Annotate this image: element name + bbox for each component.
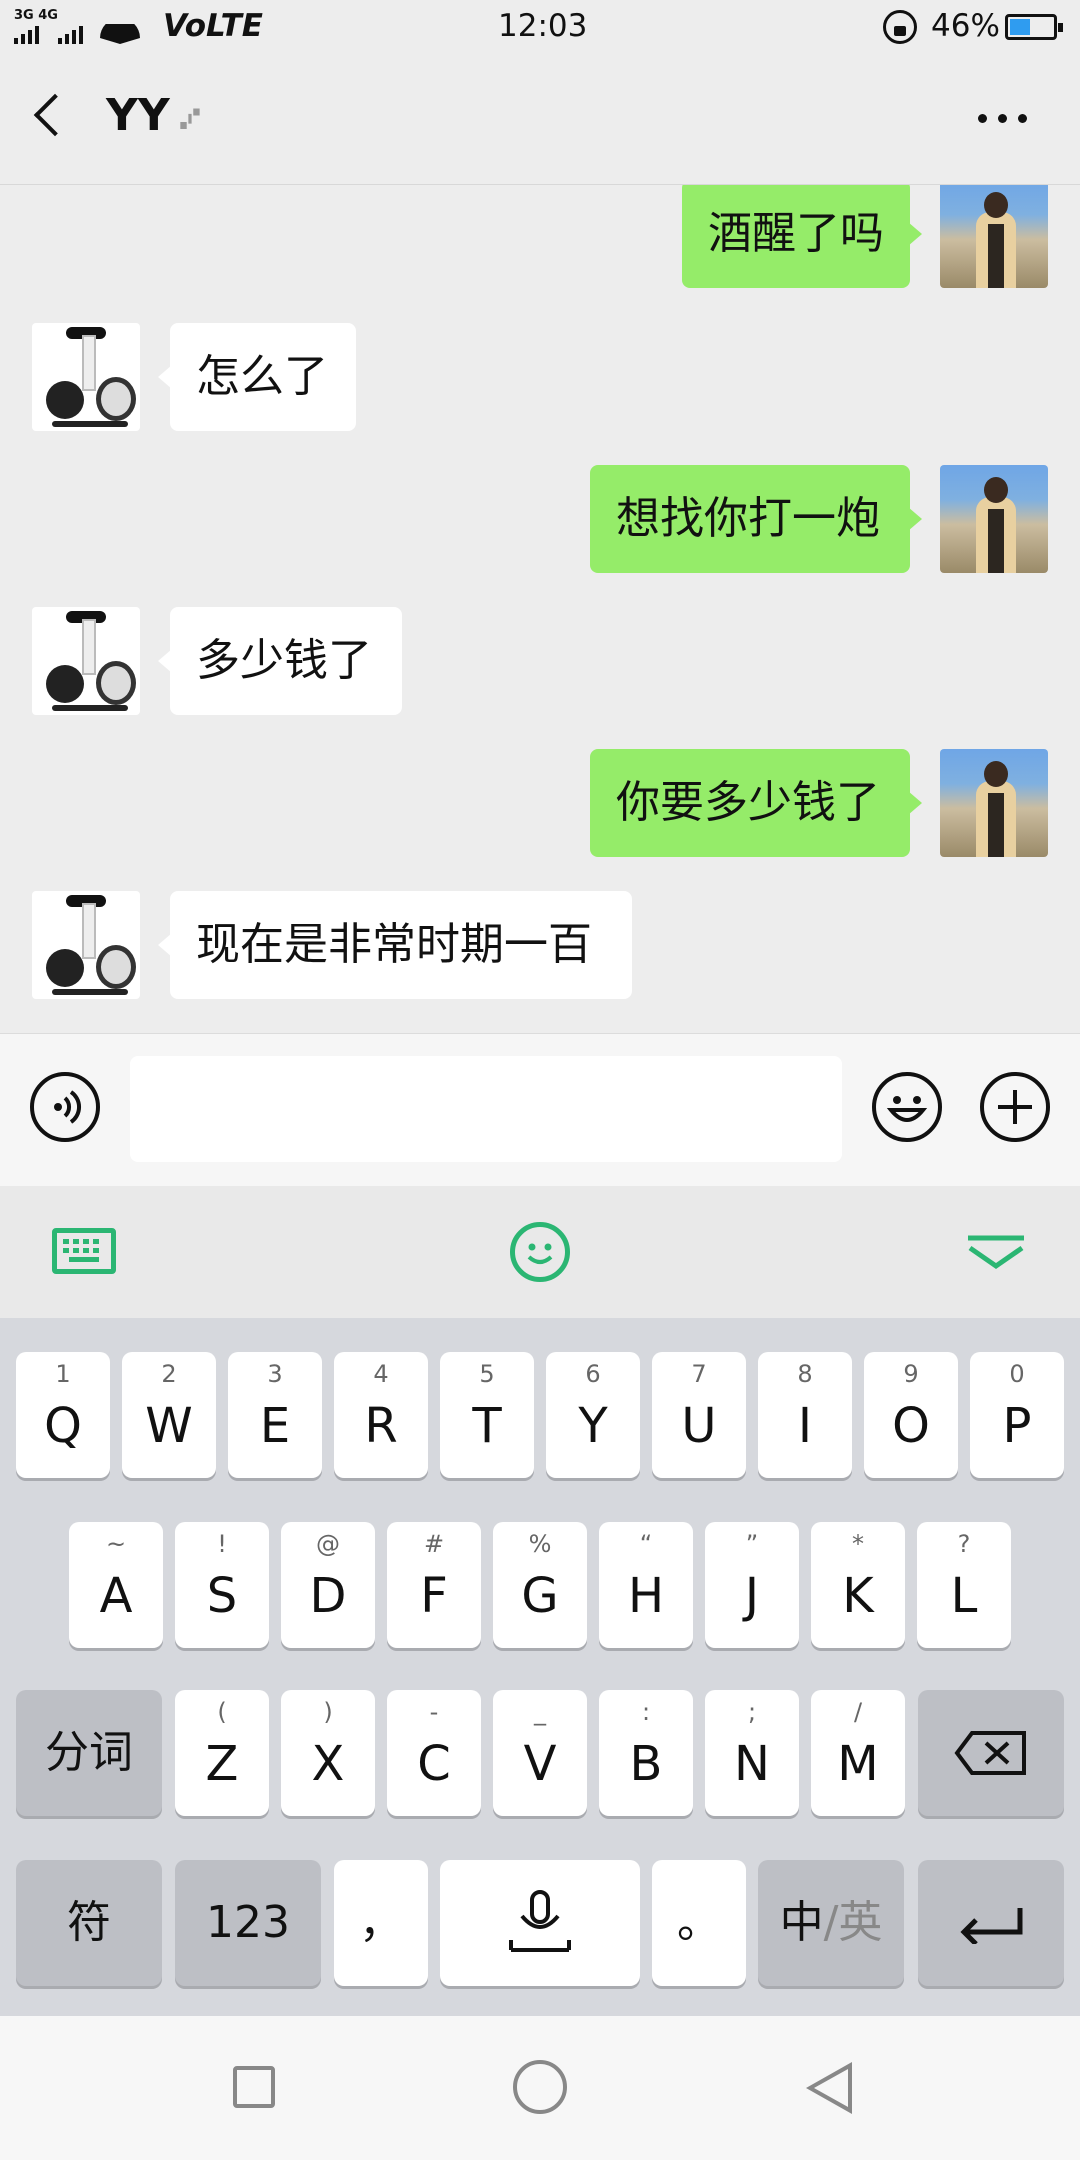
message-bubble-received[interactable]: 多少钱了 (158, 607, 402, 715)
enter-key[interactable] (918, 1860, 1064, 1986)
key-d[interactable]: @ D (281, 1522, 375, 1648)
my-avatar[interactable] (940, 749, 1048, 857)
comma-key[interactable]: ， (334, 1860, 428, 1986)
keyboard-icon[interactable] (52, 1228, 116, 1274)
emoji-panel-icon[interactable] (510, 1222, 570, 1282)
key-o[interactable]: 9O (864, 1352, 958, 1478)
key-s[interactable]: ! S (175, 1522, 269, 1648)
plus-icon[interactable] (980, 1072, 1050, 1142)
clock: 12:03 (498, 8, 588, 44)
key-j[interactable]: ” J (705, 1522, 799, 1648)
lang-separator: / (823, 1897, 839, 1948)
key-k[interactable]: * K (811, 1522, 905, 1648)
key-u[interactable]: 7U (652, 1352, 746, 1478)
backspace-key[interactable] (918, 1690, 1064, 1816)
rotation-lock-icon (883, 10, 917, 44)
contact-avatar[interactable] (32, 323, 140, 431)
message-bubble-received[interactable]: 现在是非常时期一百 (158, 891, 632, 999)
key-r[interactable]: 4R (334, 1352, 428, 1478)
back-icon[interactable] (806, 2062, 852, 2114)
key-p[interactable]: 0P (970, 1352, 1064, 1478)
numbers-key[interactable]: 123 (175, 1860, 321, 1986)
segment-key[interactable]: 分词 (16, 1690, 162, 1816)
keyboard: 1Q 2W 3E 4R 5T 6Y 7U 8I 9O 0P ~ A ! S @ D #… (0, 1318, 1080, 2016)
battery-icon (1005, 14, 1063, 40)
message-bubble-sent[interactable]: 酒醒了吗 (682, 185, 922, 288)
key-w[interactable]: 2W (122, 1352, 216, 1478)
voice-icon[interactable] (30, 1072, 100, 1142)
contact-avatar[interactable] (32, 891, 140, 999)
key-l[interactable]: ? L (917, 1522, 1011, 1648)
ear-icon: ⑇ (180, 98, 201, 138)
volte-label: VoLTE (163, 8, 263, 44)
key-x[interactable]: ) X (281, 1690, 375, 1816)
symbols-key[interactable]: 符 (16, 1860, 162, 1986)
lang-en-label: 英 (838, 1897, 883, 1948)
message-bubble-received[interactable]: 怎么了 (158, 323, 356, 431)
home-icon[interactable] (513, 2060, 567, 2114)
signal-indicator: 3G 4G (14, 8, 58, 23)
chat-title[interactable]: YY (106, 90, 170, 141)
period-key[interactable]: 。 (652, 1860, 746, 1986)
input-bar (0, 1033, 1080, 1186)
key-y[interactable]: 6Y (546, 1352, 640, 1478)
message-bubble-sent[interactable]: 你要多少钱了 (590, 749, 922, 857)
lang-zh-label: 中 (779, 1897, 824, 1948)
enter-icon (960, 1908, 1023, 1944)
contact-avatar[interactable] (32, 607, 140, 715)
recent-apps-icon[interactable] (233, 2066, 275, 2108)
key-g[interactable]: % G (493, 1522, 587, 1648)
keyboard-toolbar (0, 1186, 1080, 1318)
key-q[interactable]: 1Q (16, 1352, 110, 1478)
back-arrow-icon[interactable] (33, 93, 77, 137)
battery-percent: 46% (931, 8, 1000, 44)
status-bar: 3G 4G VoLTE 12:03 46% (0, 0, 1080, 56)
backspace-icon (954, 1731, 1026, 1775)
key-f[interactable]: # F (387, 1522, 481, 1648)
key-b[interactable]: :B (599, 1690, 693, 1816)
message-list[interactable]: 酒醒了吗 怎么了 想找你打一炮 多少钱了 你要多少钱了 现在是非常时期一百 (0, 185, 1080, 1032)
key-n[interactable]: ; N (705, 1690, 799, 1816)
key-i[interactable]: 8I (758, 1352, 852, 1478)
collapse-keyboard-icon[interactable] (966, 1234, 1026, 1274)
system-navigation-bar (0, 2016, 1080, 2160)
chat-header: YY ⑇ (0, 56, 1080, 185)
space-key[interactable] (440, 1860, 640, 1986)
my-avatar[interactable] (940, 465, 1048, 573)
more-icon[interactable] (978, 114, 1028, 124)
key-h[interactable]: “H (599, 1522, 693, 1648)
key-z[interactable]: (Z (175, 1690, 269, 1816)
message-bubble-sent[interactable]: 想找你打一炮 (590, 465, 922, 573)
message-input[interactable] (130, 1056, 842, 1162)
key-m[interactable]: / M (811, 1690, 905, 1816)
signal-bars-icon (14, 18, 144, 44)
language-toggle-key[interactable]: 中/英 (758, 1860, 904, 1986)
key-v[interactable]: _ V (493, 1690, 587, 1816)
my-avatar[interactable] (940, 185, 1048, 288)
microphone-icon (509, 1890, 571, 1952)
key-e[interactable]: 3E (228, 1352, 322, 1478)
key-t[interactable]: 5T (440, 1352, 534, 1478)
key-a[interactable]: ~ A (69, 1522, 163, 1648)
key-c[interactable]: -C (387, 1690, 481, 1816)
emoji-icon[interactable] (872, 1072, 942, 1142)
